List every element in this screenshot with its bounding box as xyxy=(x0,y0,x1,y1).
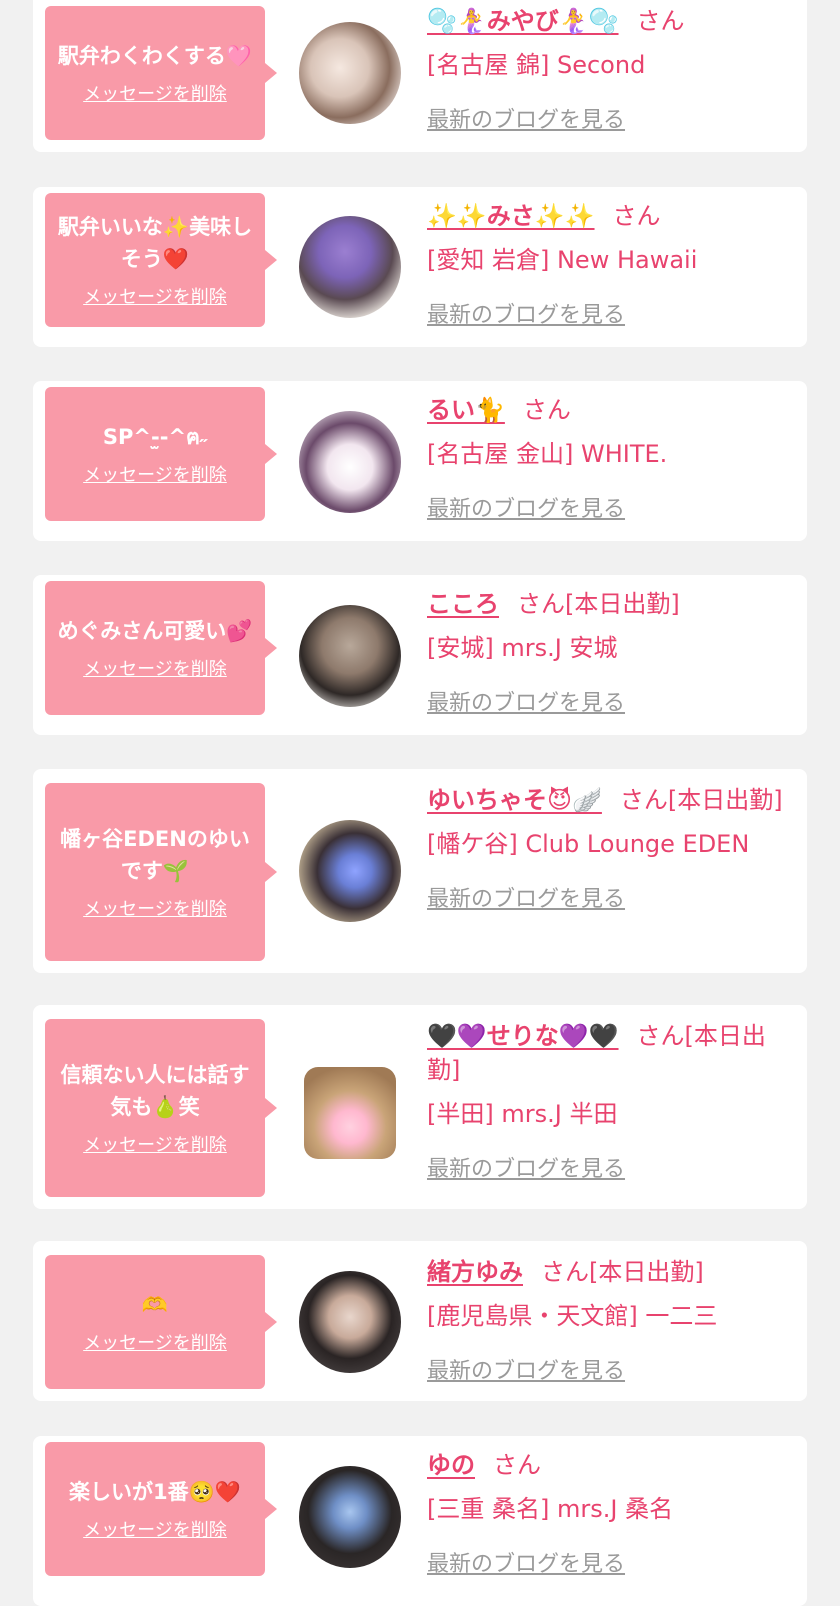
message-card: 🫶 メッセージを削除 緒方ゆみ さん[本日出勤] [鹿児島県・天文館] 一二三 最… xyxy=(33,1241,807,1401)
name-suffix: さん[本日出勤] xyxy=(541,1258,704,1286)
profile-name-link[interactable]: 🫧🧜‍♀️みやび🧜‍♀️🫧 xyxy=(427,7,619,35)
profile-name-link[interactable]: るい🐈 xyxy=(427,396,505,424)
message-card: 楽しいが1番🥺❤️ メッセージを削除 ゆの さん [三重 桑名] mrs.J 桑名… xyxy=(33,1436,807,1606)
latest-blog-link[interactable]: 最新のブログを見る xyxy=(427,493,625,527)
latest-blog-link[interactable]: 最新のブログを見る xyxy=(427,1355,625,1389)
shop-name: [半田] mrs.J 半田 xyxy=(427,1100,618,1128)
name-suffix: さん xyxy=(522,396,571,424)
message-bubble: 幡ヶ谷EDENのゆいです🌱 メッセージを削除 xyxy=(45,783,277,961)
avatar[interactable] xyxy=(299,216,401,318)
profile-name-link[interactable]: ゆの xyxy=(427,1451,475,1479)
message-bubble: 信頼ない人には話す気も🍐笑 メッセージを削除 xyxy=(45,1019,277,1197)
message-card: SP^-̫-^ฅ˶ メッセージを削除 るい🐈 さん [名古屋 金山] WHITE.… xyxy=(33,381,807,541)
message-text: 楽しいが1番🥺❤️ xyxy=(69,1480,241,1504)
profile-name-link[interactable]: こころ xyxy=(427,590,499,618)
message-text: 駅弁いいな✨美味しそう❤️ xyxy=(57,215,253,271)
message-text: SP^-̫-^ฅ˶ xyxy=(102,425,208,449)
message-bubble: 楽しいが1番🥺❤️ メッセージを削除 xyxy=(45,1442,277,1576)
message-card: 駅弁わくわくする🩷 メッセージを削除 🫧🧜‍♀️みやび🧜‍♀️🫧 さん [名古屋 … xyxy=(33,0,807,152)
delete-message-link[interactable]: メッセージを削除 xyxy=(83,283,227,309)
message-bubble: めぐみさん可愛い💕 メッセージを削除 xyxy=(45,581,277,715)
delete-message-link[interactable]: メッセージを削除 xyxy=(83,895,227,921)
shop-name: [安城] mrs.J 安城 xyxy=(427,634,618,662)
message-text: 駅弁わくわくする🩷 xyxy=(57,44,253,68)
latest-blog-link[interactable]: 最新のブログを見る xyxy=(427,883,625,917)
avatar[interactable] xyxy=(299,411,401,513)
message-card: 信頼ない人には話す気も🍐笑 メッセージを削除 🖤💜せりな💜🖤 さん[本日出勤] [… xyxy=(33,1005,807,1209)
latest-blog-link[interactable]: 最新のブログを見る xyxy=(427,1153,625,1187)
message-bubble: SP^-̫-^ฅ˶ メッセージを削除 xyxy=(45,387,277,521)
message-bubble: 駅弁わくわくする🩷 メッセージを削除 xyxy=(45,6,277,140)
delete-message-link[interactable]: メッセージを削除 xyxy=(83,1131,227,1157)
message-text: 信頼ない人には話す気も🍐笑 xyxy=(60,1063,250,1119)
message-text: 🫶 xyxy=(141,1293,169,1317)
profile-name-link[interactable]: ゆいちゃそ😈🪽 xyxy=(427,786,602,814)
delete-message-link[interactable]: メッセージを削除 xyxy=(83,1516,227,1542)
delete-message-link[interactable]: メッセージを削除 xyxy=(83,655,227,681)
avatar[interactable] xyxy=(299,1271,401,1373)
name-suffix: さん xyxy=(612,202,661,230)
shop-name: [三重 桑名] mrs.J 桑名 xyxy=(427,1495,674,1523)
name-suffix: さん[本日出勤] xyxy=(619,786,783,814)
profile-name-link[interactable]: ✨✨みさ✨✨ xyxy=(427,202,595,230)
message-card: 駅弁いいな✨美味しそう❤️ メッセージを削除 ✨✨みさ✨✨ さん [愛知 岩倉] … xyxy=(33,187,807,347)
latest-blog-link[interactable]: 最新のブログを見る xyxy=(427,299,625,333)
message-text: めぐみさん可愛い💕 xyxy=(57,619,253,643)
avatar[interactable] xyxy=(299,22,401,124)
delete-message-link[interactable]: メッセージを削除 xyxy=(83,80,227,106)
shop-name: [鹿児島県・天文館] 一二三 xyxy=(427,1302,718,1330)
avatar[interactable] xyxy=(299,605,401,707)
message-bubble: 🫶 メッセージを削除 xyxy=(45,1255,277,1389)
avatar[interactable] xyxy=(304,1067,396,1159)
shop-name: [名古屋 錦] Second xyxy=(427,51,646,79)
message-bubble: 駅弁いいな✨美味しそう❤️ メッセージを削除 xyxy=(45,193,277,327)
latest-blog-link[interactable]: 最新のブログを見る xyxy=(427,104,625,138)
name-suffix: さん[本日出勤] xyxy=(517,590,680,618)
message-card: めぐみさん可愛い💕 メッセージを削除 こころ さん[本日出勤] [安城] mrs.… xyxy=(33,575,807,735)
shop-name: [幡ケ谷] Club Lounge EDEN xyxy=(427,830,750,858)
delete-message-link[interactable]: メッセージを削除 xyxy=(83,1329,227,1355)
shop-name: [名古屋 金山] WHITE. xyxy=(427,440,668,468)
name-suffix: さん xyxy=(636,7,685,35)
delete-message-link[interactable]: メッセージを削除 xyxy=(83,461,227,487)
shop-name: [愛知 岩倉] New Hawaii xyxy=(427,246,698,274)
latest-blog-link[interactable]: 最新のブログを見る xyxy=(427,1548,625,1582)
message-text: 幡ヶ谷EDENのゆいです🌱 xyxy=(60,827,250,883)
profile-name-link[interactable]: 🖤💜せりな💜🖤 xyxy=(427,1022,619,1050)
name-suffix: さん xyxy=(493,1451,541,1479)
avatar[interactable] xyxy=(299,1466,401,1568)
latest-blog-link[interactable]: 最新のブログを見る xyxy=(427,687,625,721)
message-card: 幡ヶ谷EDENのゆいです🌱 メッセージを削除 ゆいちゃそ😈🪽 さん[本日出勤] [… xyxy=(33,769,807,973)
profile-name-link[interactable]: 緒方ゆみ xyxy=(427,1258,523,1286)
avatar[interactable] xyxy=(299,820,401,922)
